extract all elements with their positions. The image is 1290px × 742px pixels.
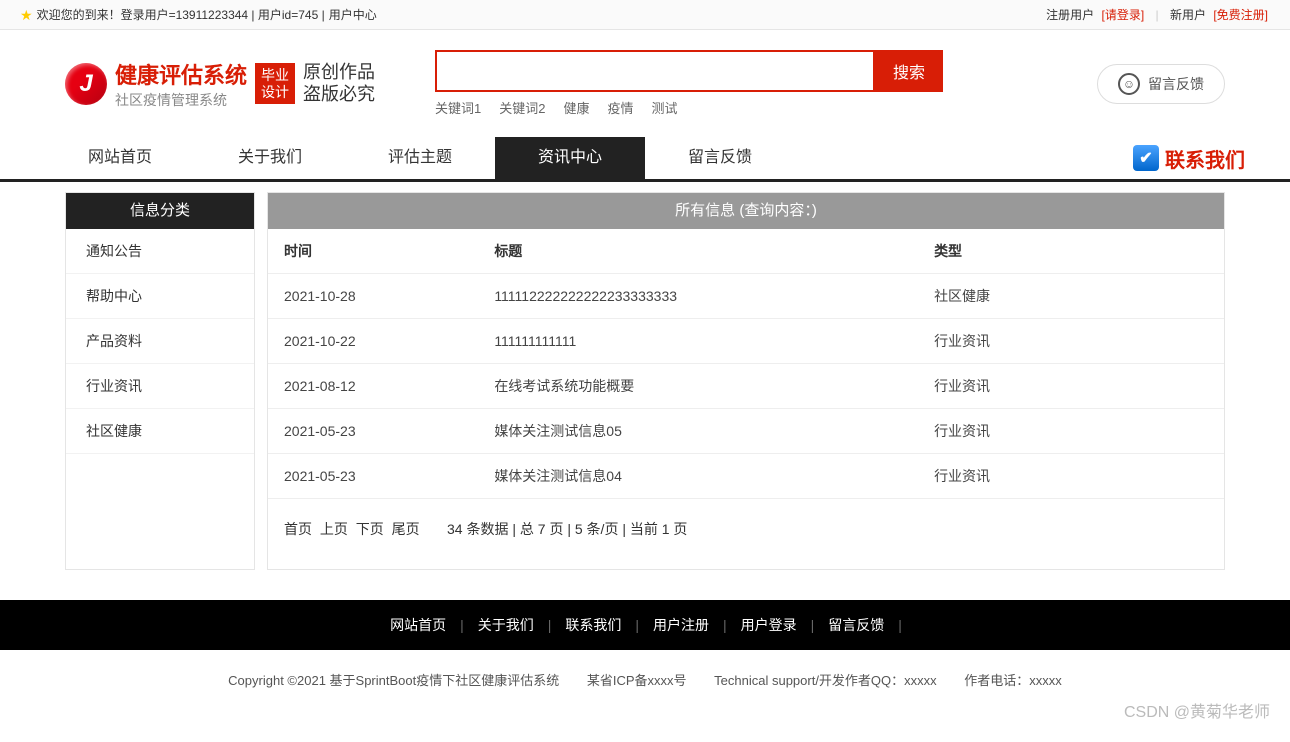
page-last[interactable]: 尾页	[392, 521, 420, 537]
search-button[interactable]: 搜索	[875, 50, 943, 92]
header: J 健康评估系统 社区疫情管理系统 毕业设计 原创作品盗版必究 搜索 关键词1关…	[45, 30, 1245, 137]
footer-info: Copyright ©2021 基于SprintBoot疫情下社区健康评估系统 …	[0, 650, 1290, 719]
search-keywords: 关键词1 关键词2 健康 疫情 测试	[435, 98, 943, 117]
page-info: 34 条数据 | 总 7 页 | 5 条/页 | 当前 1 页	[447, 521, 687, 537]
sidebar-item[interactable]: 行业资讯	[66, 364, 254, 409]
sidebar-item[interactable]: 社区健康	[66, 409, 254, 454]
search-input[interactable]	[435, 50, 875, 92]
nav-item[interactable]: 网站首页	[45, 137, 195, 179]
sidebar-item[interactable]: 产品资料	[66, 319, 254, 364]
logo-script: 原创作品盗版必究	[303, 62, 375, 105]
logo-title: 健康评估系统	[115, 58, 247, 90]
contact-us[interactable]: ✔联系我们	[1133, 144, 1245, 173]
nav-item[interactable]: 留言反馈	[645, 137, 795, 179]
star-icon: ★	[20, 0, 33, 30]
check-icon: ✔	[1133, 145, 1159, 171]
sidebar: 信息分类 通知公告帮助中心产品资料行业资讯社区健康	[65, 192, 255, 570]
sidebar-item[interactable]: 帮助中心	[66, 274, 254, 319]
nav-item[interactable]: 评估主题	[345, 137, 495, 179]
logo-subtitle: 社区疫情管理系统	[115, 90, 247, 110]
sidebar-item[interactable]: 通知公告	[66, 229, 254, 274]
main-nav: 网站首页关于我们评估主题资讯中心留言反馈 ✔联系我们	[0, 137, 1290, 182]
user-center-link[interactable]: 用户中心	[329, 0, 377, 30]
free-register-link[interactable]: [免费注册]	[1213, 8, 1268, 22]
page-first[interactable]: 首页	[284, 521, 312, 537]
search-area: 搜索 关键词1 关键词2 健康 疫情 测试	[435, 50, 943, 117]
nav-item[interactable]: 资讯中心	[495, 137, 645, 179]
logo[interactable]: J 健康评估系统 社区疫情管理系统 毕业设计 原创作品盗版必究	[65, 58, 375, 110]
feedback-button[interactable]: ☺ 留言反馈	[1097, 64, 1225, 104]
footer-link[interactable]: 关于我们	[478, 617, 534, 633]
table-row[interactable]: 2021-05-23媒体关注测试信息05行业资讯	[268, 409, 1224, 454]
page-next[interactable]: 下页	[356, 521, 384, 537]
info-table: 时间标题类型 2021-10-2811111222222222223333333…	[268, 229, 1224, 499]
new-user-label: 新用户	[1170, 8, 1206, 22]
feedback-label: 留言反馈	[1148, 74, 1204, 94]
sidebar-header: 信息分类	[66, 193, 254, 229]
content-panel: 所有信息 (查询内容：) 时间标题类型 2021-10-281111122222…	[267, 192, 1225, 570]
footer-link[interactable]: 留言反馈	[828, 617, 884, 633]
table-header: 标题	[478, 229, 918, 274]
headset-icon: ☺	[1118, 73, 1140, 95]
registered-user-label: 注册用户	[1046, 8, 1094, 22]
watermark: CSDN @黄菊华老师	[1124, 698, 1270, 722]
table-row[interactable]: 2021-10-28111112222222222233333333社区健康	[268, 274, 1224, 319]
table-row[interactable]: 2021-08-12在线考试系统功能概要行业资讯	[268, 364, 1224, 409]
logo-icon: J	[65, 63, 107, 105]
search-keyword[interactable]: 健康	[563, 101, 589, 116]
table-row[interactable]: 2021-05-23媒体关注测试信息04行业资讯	[268, 454, 1224, 499]
nav-item[interactable]: 关于我们	[195, 137, 345, 179]
welcome-text: 欢迎您的到来！登录用户=13911223344 | 用户id=745 |	[37, 0, 325, 30]
footer-link[interactable]: 联系我们	[565, 617, 621, 633]
logo-badge: 毕业设计	[255, 63, 295, 105]
table-header: 类型	[918, 229, 1224, 274]
table-row[interactable]: 2021-10-22111111111111行业资讯	[268, 319, 1224, 364]
topbar: ★ 欢迎您的到来！登录用户=13911223344 | 用户id=745 | 用…	[0, 0, 1290, 30]
content-header: 所有信息 (查询内容：)	[268, 193, 1224, 229]
search-keyword[interactable]: 测试	[652, 101, 678, 116]
footer-link[interactable]: 用户注册	[653, 617, 709, 633]
footer-nav: 网站首页|关于我们|联系我们|用户注册|用户登录|留言反馈|	[0, 600, 1290, 650]
page-prev[interactable]: 上页	[320, 521, 348, 537]
search-keyword[interactable]: 关键词2	[499, 101, 545, 116]
login-link[interactable]: [请登录]	[1101, 8, 1144, 22]
search-keyword[interactable]: 关键词1	[435, 101, 481, 116]
footer-link[interactable]: 网站首页	[390, 617, 446, 633]
search-keyword[interactable]: 疫情	[608, 101, 634, 116]
pagination: 首页 上页 下页 尾页 34 条数据 | 总 7 页 | 5 条/页 | 当前 …	[268, 499, 1224, 539]
footer-link[interactable]: 用户登录	[741, 617, 797, 633]
table-header: 时间	[268, 229, 478, 274]
